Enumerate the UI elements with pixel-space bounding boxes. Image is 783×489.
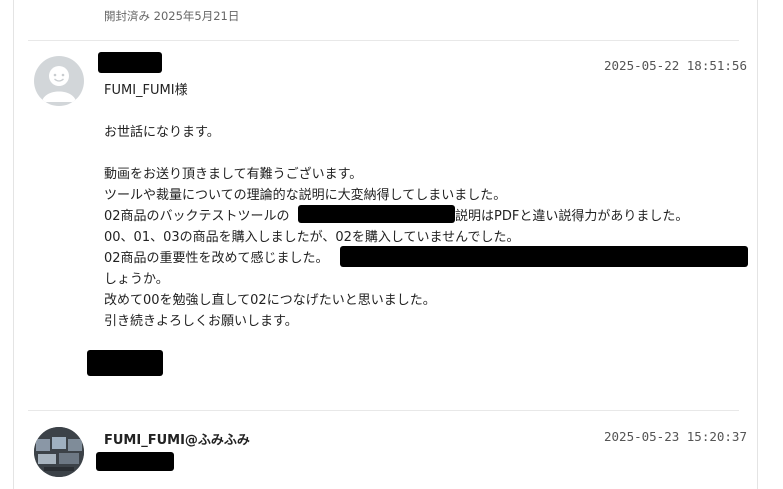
redacted-sender-name — [98, 52, 162, 73]
default-user-avatar-icon[interactable] — [34, 56, 84, 106]
redacted-text — [340, 246, 748, 267]
divider — [28, 40, 739, 41]
message-line: 説明はPDFと違い説得力がありました。 — [455, 209, 689, 224]
opened-status: 開封済み 2025年5月21日 — [104, 9, 240, 23]
message-greeting: FUMI_FUMI様 — [104, 83, 188, 98]
message-opening: お世話になります。 — [104, 125, 220, 140]
message-line: 改めて00を勉強し直して02につなげたいと思いました。 — [104, 293, 436, 308]
divider — [28, 410, 739, 411]
message-line: 動画をお送り頂きまして有難うございます。 — [104, 167, 363, 182]
sender-name: FUMI_FUMI@ふみふみ — [104, 433, 250, 448]
message-timestamp: 2025-05-23 15:20:37 — [604, 429, 747, 444]
message-line: 引き続きよろしくお願いします。 — [104, 314, 298, 329]
message-timestamp: 2025-05-22 18:51:56 — [604, 58, 747, 73]
redacted-text — [298, 205, 455, 223]
message-line: しょうか。 — [104, 272, 169, 287]
user-photo-avatar[interactable] — [34, 427, 84, 477]
message-line: 00、01、03の商品を購入しましたが、02を購入していませんでした。 — [104, 230, 520, 245]
redacted-text — [96, 452, 174, 471]
redacted-signature — [87, 350, 163, 376]
message-line: 02商品のバックテストツールの — [104, 209, 290, 224]
message-line: 02商品の重要性を改めて感じました。 — [104, 251, 329, 266]
message-line: ツールや裁量についての理論的な説明に大変納得してしまいました。 — [104, 188, 507, 203]
